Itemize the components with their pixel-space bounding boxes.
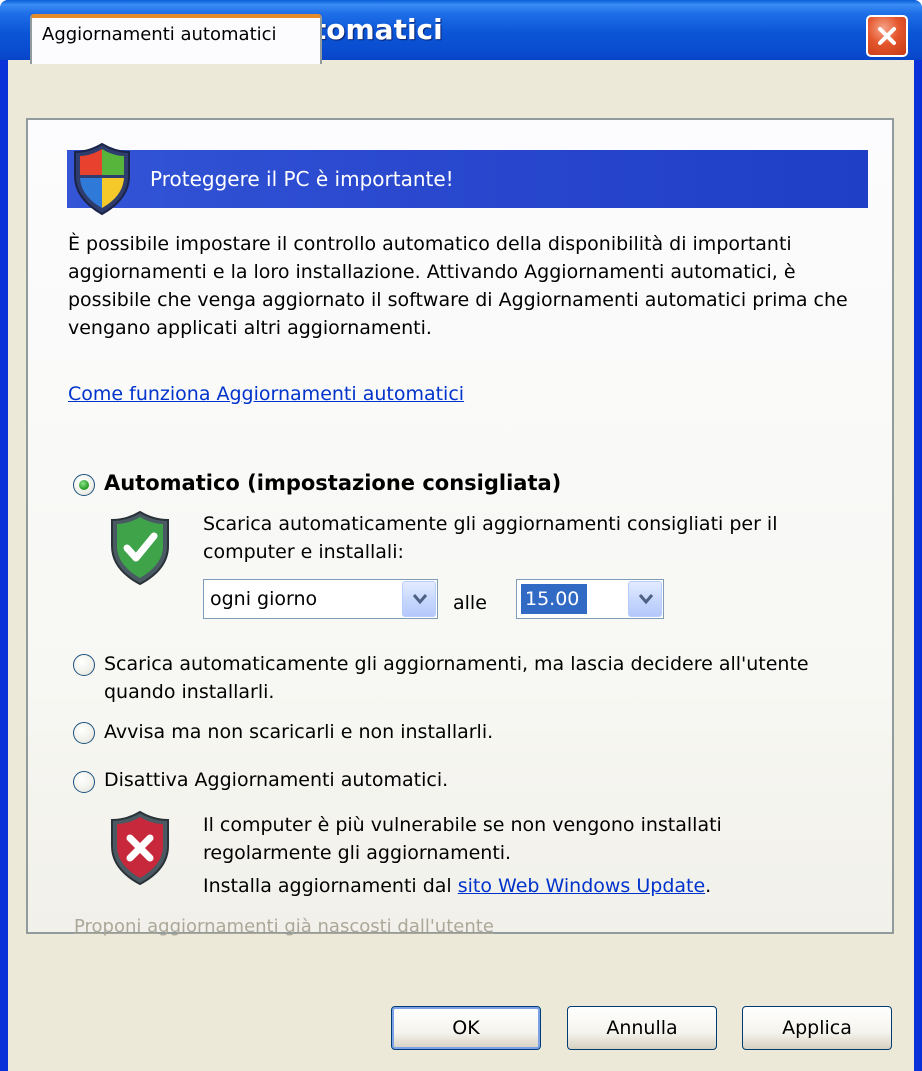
red-x-shield-icon [111, 810, 169, 886]
time-select[interactable]: 15.00 [516, 579, 664, 619]
chevron-down-icon [638, 594, 654, 605]
windows-update-link[interactable]: sito Web Windows Update [458, 875, 705, 897]
install-prefix: Installa aggiornamenti dal [203, 875, 458, 897]
windows-security-shield-icon [74, 142, 130, 216]
green-check-shield-icon [111, 510, 169, 586]
dialog-window: Aggiornamenti automatici Aggiornamenti a… [0, 0, 922, 1071]
tab-label: Aggiornamenti automatici [42, 24, 277, 45]
at-label: alle [453, 592, 487, 614]
time-dropdown-button[interactable] [628, 581, 662, 617]
radio-notify-label[interactable]: Avvisa ma non scaricarli e non installar… [104, 718, 493, 746]
day-select-value: ogni giorno [210, 588, 318, 610]
banner-text: Proteggere il PC è importante! [150, 167, 454, 191]
radio-download-only[interactable] [73, 654, 95, 676]
automatic-description: Scarica automaticamente gli aggiornament… [203, 513, 778, 563]
show-hidden-updates-link[interactable]: Proponi aggiornamenti già nascosti dall'… [74, 913, 494, 941]
install-suffix: . [705, 875, 712, 897]
radio-download-only-label[interactable]: Scarica automaticamente gli aggiornament… [104, 650, 864, 706]
day-dropdown-button[interactable] [402, 581, 436, 617]
radio-disable[interactable] [73, 771, 95, 793]
day-select[interactable]: ogni giorno [203, 579, 438, 619]
how-it-works-link[interactable]: Come funziona Aggiornamenti automatici [68, 383, 464, 405]
intro-text: È possibile impostare il controllo autom… [68, 233, 848, 339]
radio-disable-label[interactable]: Disattiva Aggiornamenti automatici. [104, 766, 448, 794]
close-icon [878, 27, 896, 45]
radio-automatic-label[interactable]: Automatico (impostazione consigliata) [104, 469, 561, 497]
close-button[interactable] [866, 15, 908, 57]
ok-button[interactable]: OK [391, 1006, 541, 1050]
radio-notify[interactable] [73, 722, 95, 744]
info-banner: Proteggere il PC è importante! [67, 150, 868, 208]
chevron-down-icon [412, 594, 428, 605]
radio-automatic[interactable] [73, 474, 95, 496]
install-line: Installa aggiornamenti dal sito Web Wind… [203, 872, 711, 900]
disable-warning: Il computer è più vulnerabile se non ven… [203, 814, 722, 864]
apply-button[interactable]: Applica [742, 1006, 892, 1050]
time-select-value: 15.00 [521, 584, 588, 614]
tab-aggiornamenti-automatici[interactable]: Aggiornamenti automatici [30, 14, 322, 64]
cancel-button[interactable]: Annulla [567, 1006, 717, 1050]
